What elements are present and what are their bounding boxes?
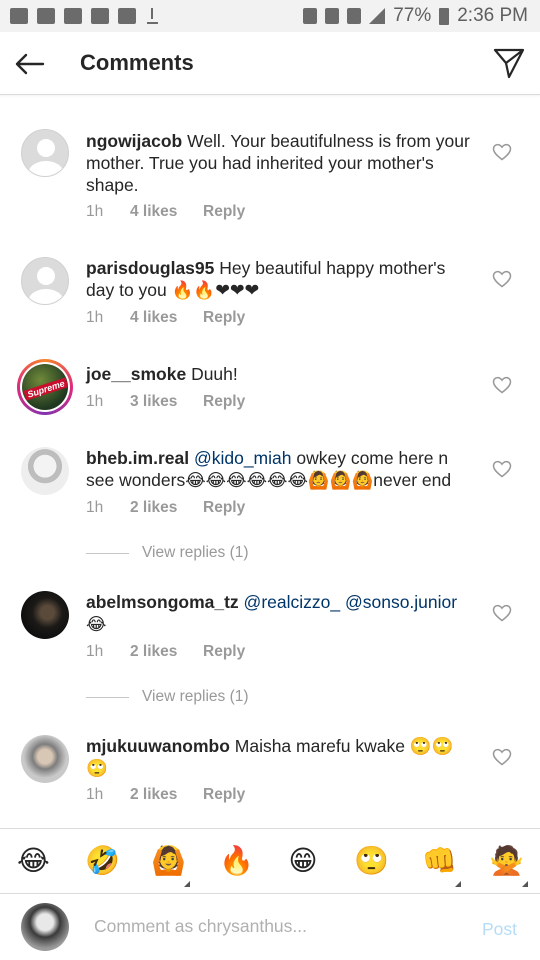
facebook-icon [10, 8, 28, 24]
battery-percent: 77% [393, 5, 432, 26]
download-icon [145, 8, 159, 24]
reply-button[interactable]: Reply [203, 203, 245, 221]
reply-button[interactable]: Reply [203, 643, 245, 661]
avatar[interactable] [21, 591, 69, 639]
story-avatar[interactable]: Supreme [17, 359, 73, 415]
avatar[interactable] [21, 735, 69, 783]
comment-mention[interactable]: @realcizzo_ @sonso.junior [239, 592, 458, 612]
comment-username[interactable]: ngowijacob [86, 131, 182, 151]
status-bar: 77% 2:36 PM [0, 0, 540, 32]
avatar[interactable] [21, 129, 69, 177]
signal-icon [369, 8, 386, 24]
reply-button[interactable]: Reply [203, 393, 245, 411]
heart-icon[interactable] [492, 376, 512, 394]
reply-button[interactable]: Reply [203, 786, 245, 804]
comment-composer: Post [0, 893, 540, 960]
current-user-avatar [21, 903, 69, 951]
bluetooth-icon [325, 8, 340, 24]
comment-meta: 1h 3 likes Reply [86, 393, 245, 411]
heart-icon[interactable] [492, 143, 512, 161]
reply-button[interactable]: Reply [203, 499, 245, 517]
view-replies-link[interactable]: View replies (1) [86, 688, 249, 706]
app-header: Comments [0, 32, 540, 95]
view-replies-link[interactable]: View replies (1) [86, 544, 249, 562]
comment-body: ngowijacob Well. Your beautifulness is f… [86, 130, 474, 196]
comment-meta: 1h 4 likes Reply [86, 203, 245, 221]
comment-mention[interactable]: @kido_miah [189, 448, 292, 468]
comment-likes[interactable]: 2 likes [130, 499, 203, 517]
comment-likes[interactable]: 4 likes [130, 203, 203, 221]
rofl-emoji-button[interactable]: 🤣 [85, 845, 120, 877]
comment-likes[interactable]: 4 likes [130, 309, 203, 327]
eye-roll-emoji-button[interactable]: 🙄 [354, 845, 389, 877]
person-gesturing-ok-emoji-button[interactable]: 🙆 [151, 845, 186, 877]
comment-username[interactable]: bheb.im.real [86, 448, 189, 468]
emoji-quick-bar: 😂 🤣 🙆 🔥 😁 🙄 👊 🙅 [0, 828, 540, 893]
comment-likes[interactable]: 2 likes [130, 643, 203, 661]
comment-time: 1h [86, 643, 104, 660]
notification-icons [10, 8, 159, 24]
comment-input[interactable] [94, 916, 454, 937]
avatar[interactable] [21, 447, 69, 495]
comment-username[interactable]: parisdouglas95 [86, 258, 214, 278]
avatar[interactable] [21, 257, 69, 305]
skin-tone-indicator-icon [522, 881, 528, 887]
heart-icon[interactable] [492, 460, 512, 478]
heart-icon[interactable] [492, 604, 512, 622]
back-arrow-icon[interactable] [12, 46, 48, 82]
gallery-icon [118, 8, 136, 24]
comment-body: mjukuuwanombo Maisha marefu kwake 🙄🙄🙄 [86, 735, 474, 779]
missed-call-icon [64, 8, 82, 24]
comment-time: 1h [86, 309, 104, 326]
comment-likes[interactable]: 3 likes [130, 393, 203, 411]
comment-time: 1h [86, 499, 104, 516]
comment-time: 1h [86, 393, 104, 410]
page-title: Comments [80, 50, 194, 75]
whatsapp-icon [91, 8, 109, 24]
heart-icon[interactable] [492, 270, 512, 288]
comment-meta: 1h 2 likes Reply [86, 643, 245, 661]
reply-button[interactable]: Reply [203, 309, 245, 327]
grin-emoji-button[interactable]: 😁 [287, 845, 319, 877]
fist-emoji-button[interactable]: 👊 [422, 845, 457, 877]
comment-body: parisdouglas95 Hey beautiful happy mothe… [86, 257, 474, 301]
skin-tone-indicator-icon [455, 881, 461, 887]
comment-body: bheb.im.real @kido_miah owkey come here … [86, 447, 474, 491]
comment-meta: 1h 2 likes Reply [86, 786, 245, 804]
comment-username[interactable]: joe__smoke [86, 364, 186, 384]
skin-tone-indicator-icon [184, 881, 190, 887]
comment-username[interactable]: abelmsongoma_tz [86, 592, 239, 612]
vibrate-icon [303, 8, 318, 24]
fire-emoji-button[interactable]: 🔥 [219, 845, 254, 877]
clock: 2:36 PM [457, 5, 528, 26]
comment-text: Duuh! [186, 364, 238, 384]
person-gesturing-no-emoji-button[interactable]: 🙅 [489, 845, 524, 877]
battery-icon [439, 7, 450, 25]
comment-meta: 1h 2 likes Reply [86, 499, 245, 517]
comment-body: joe__smoke Duuh! [86, 363, 474, 385]
message-icon [37, 8, 55, 24]
comment-body: abelmsongoma_tz @realcizzo_ @sonso.junio… [86, 591, 474, 635]
comment-likes[interactable]: 2 likes [130, 786, 203, 804]
direct-send-icon[interactable] [492, 46, 526, 80]
comment-username[interactable]: mjukuuwanombo [86, 736, 230, 756]
supreme-logo: Supreme [23, 377, 68, 401]
data-icon [347, 8, 362, 24]
comment-meta: 1h 4 likes Reply [86, 309, 245, 327]
comment-text: 😂 [86, 614, 107, 634]
tears-of-joy-emoji-button[interactable]: 😂 [17, 845, 50, 877]
post-button[interactable]: Post [482, 919, 517, 940]
comment-time: 1h [86, 203, 104, 220]
avatar: Supreme [22, 364, 68, 410]
heart-icon[interactable] [492, 748, 512, 766]
comment-time: 1h [86, 786, 104, 803]
